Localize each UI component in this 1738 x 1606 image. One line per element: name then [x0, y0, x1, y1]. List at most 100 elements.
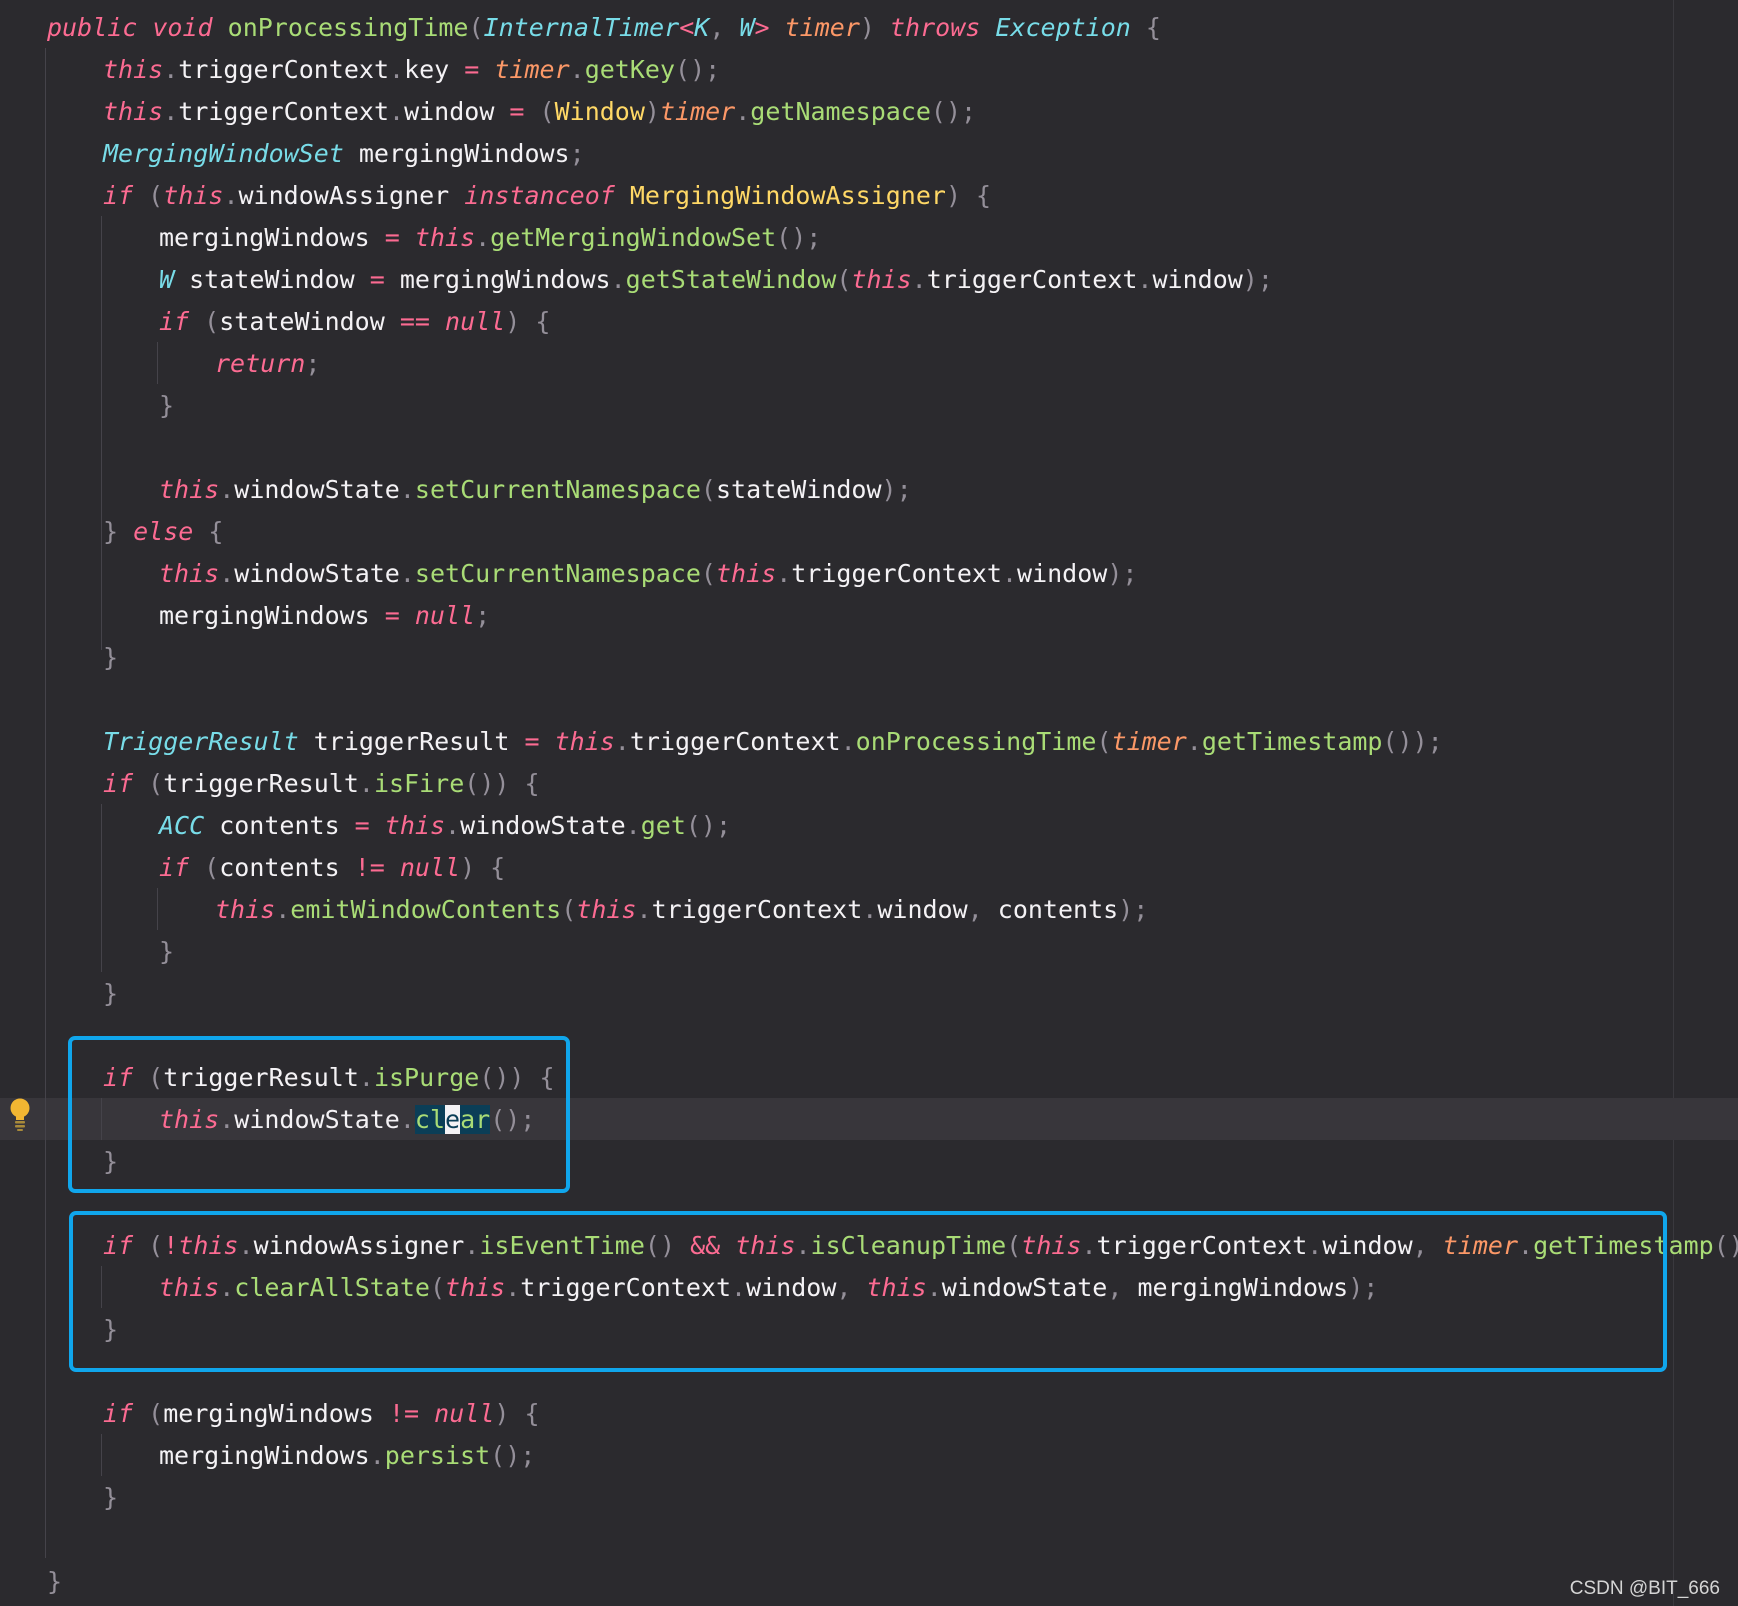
- code-line[interactable]: if (contents != null) {: [159, 847, 505, 889]
- code-line[interactable]: }: [159, 931, 174, 973]
- code-token: =: [369, 601, 415, 630]
- code-token: .: [862, 895, 878, 924]
- code-token: .: [840, 727, 856, 756]
- code-token: !=: [354, 853, 385, 882]
- code-token: triggerResult: [163, 769, 359, 798]
- code-token: ;: [475, 601, 491, 630]
- code-token: );: [1242, 265, 1273, 294]
- code-token: .: [636, 895, 652, 924]
- code-line[interactable]: }: [103, 1477, 118, 1519]
- code-line[interactable]: mergingWindows.persist();: [159, 1435, 535, 1477]
- code-line[interactable]: public void onProcessingTime(InternalTim…: [47, 7, 1161, 49]
- code-token: isFire: [373, 769, 465, 798]
- code-token: .: [389, 97, 405, 126]
- code-line[interactable]: MergingWindowSet mergingWindows;: [103, 133, 585, 175]
- code-line[interactable]: ACC contents = this.windowState.get();: [159, 805, 731, 847]
- code-token: .: [1001, 559, 1018, 588]
- code-token: return: [215, 349, 306, 378]
- code-token: getTimestamp: [1201, 727, 1383, 756]
- code-line[interactable]: if (triggerResult.isFire()) {: [103, 763, 540, 805]
- code-token: stateWindow: [174, 265, 370, 294]
- code-token: >: [754, 13, 785, 42]
- code-token: .: [569, 55, 585, 84]
- code-token: (: [133, 1399, 164, 1428]
- code-token: .: [1186, 727, 1202, 756]
- code-token: triggerResult: [298, 727, 525, 756]
- code-token: this: [159, 475, 220, 504]
- code-line[interactable]: if (this.windowAssigner instanceof Mergi…: [103, 175, 991, 217]
- code-token: this: [576, 895, 637, 924]
- code-token: void: [152, 13, 213, 42]
- watermark: CSDN @BIT_666: [1569, 1578, 1720, 1599]
- code-token: .: [475, 223, 491, 252]
- code-token: this: [163, 181, 224, 210]
- code-line[interactable]: } else {: [103, 511, 223, 553]
- code-token: persist: [384, 1441, 491, 1470]
- code-line[interactable]: }: [103, 637, 118, 679]
- code-token: timer: [659, 97, 736, 126]
- code-line[interactable]: return;: [215, 343, 320, 385]
- code-token: .: [369, 1441, 385, 1470]
- code-token: if: [103, 181, 134, 210]
- code-token: ();: [776, 223, 822, 252]
- code-token: triggerContext: [791, 559, 1002, 588]
- code-line[interactable]: if (stateWindow == null) {: [159, 301, 550, 343]
- code-token: .: [275, 895, 291, 924]
- code-token: (: [133, 769, 164, 798]
- code-token: triggerContext: [178, 97, 389, 126]
- code-line[interactable]: mergingWindows = this.getMergingWindowSe…: [159, 217, 821, 259]
- code-token: Exception: [995, 13, 1131, 42]
- code-token: this: [384, 811, 446, 840]
- code-token: (: [561, 895, 577, 924]
- code-token: if: [103, 769, 134, 798]
- code-line[interactable]: }: [103, 973, 118, 1015]
- code-token: (: [189, 307, 220, 336]
- code-token: <: [679, 13, 695, 42]
- code-line[interactable]: this.windowState.setCurrentNamespace(sta…: [159, 469, 912, 511]
- code-token: getStateWindow: [625, 265, 837, 294]
- code-line[interactable]: }: [159, 385, 174, 427]
- code-line[interactable]: this.triggerContext.key = timer.getKey()…: [103, 49, 720, 91]
- code-line[interactable]: }: [47, 1561, 62, 1603]
- code-token: stateWindow: [715, 475, 882, 504]
- code-token: .: [399, 559, 415, 588]
- code-token: ();: [930, 97, 977, 126]
- code-line[interactable]: mergingWindows = null;: [159, 595, 490, 637]
- code-line[interactable]: this.emitWindowContents(this.triggerCont…: [215, 889, 1148, 931]
- indent-guide: [157, 342, 158, 384]
- code-token: window: [877, 895, 968, 924]
- code-token: onProcessingTime: [855, 727, 1097, 756]
- code-token: ) {: [505, 307, 551, 336]
- indent-guide: [101, 552, 102, 650]
- code-token: windowState: [460, 811, 626, 840]
- code-line[interactable]: if (mergingWindows != null) {: [103, 1393, 540, 1435]
- code-line[interactable]: this.triggerContext.window = (Window)tim…: [103, 91, 976, 133]
- code-token: }: [103, 979, 119, 1008]
- code-token: .: [1137, 265, 1153, 294]
- code-token: }: [103, 643, 119, 672]
- code-line[interactable]: W stateWindow = mergingWindows.getStateW…: [159, 259, 1273, 301]
- code-token: (: [133, 181, 164, 210]
- code-token: ): [644, 97, 660, 126]
- code-token: ): [859, 13, 890, 42]
- code-token: }: [103, 517, 134, 546]
- code-token: triggerContext: [651, 895, 863, 924]
- code-token: );: [881, 475, 912, 504]
- code-editor[interactable]: public void onProcessingTime(InternalTim…: [0, 0, 1738, 1606]
- code-token: window: [1152, 265, 1243, 294]
- code-token: window: [1017, 559, 1108, 588]
- code-token: window: [404, 97, 495, 126]
- code-token: =: [494, 97, 540, 126]
- code-line[interactable]: TriggerResult triggerResult = this.trigg…: [103, 721, 1443, 763]
- code-token: {: [1130, 13, 1161, 42]
- code-token: ;: [569, 139, 585, 168]
- code-token: W: [739, 13, 755, 42]
- lightbulb-icon[interactable]: [9, 1097, 31, 1133]
- code-token: K: [694, 13, 710, 42]
- code-token: =: [449, 55, 495, 84]
- code-line[interactable]: this.windowState.setCurrentNamespace(thi…: [159, 553, 1137, 595]
- code-token: ());: [1382, 727, 1443, 756]
